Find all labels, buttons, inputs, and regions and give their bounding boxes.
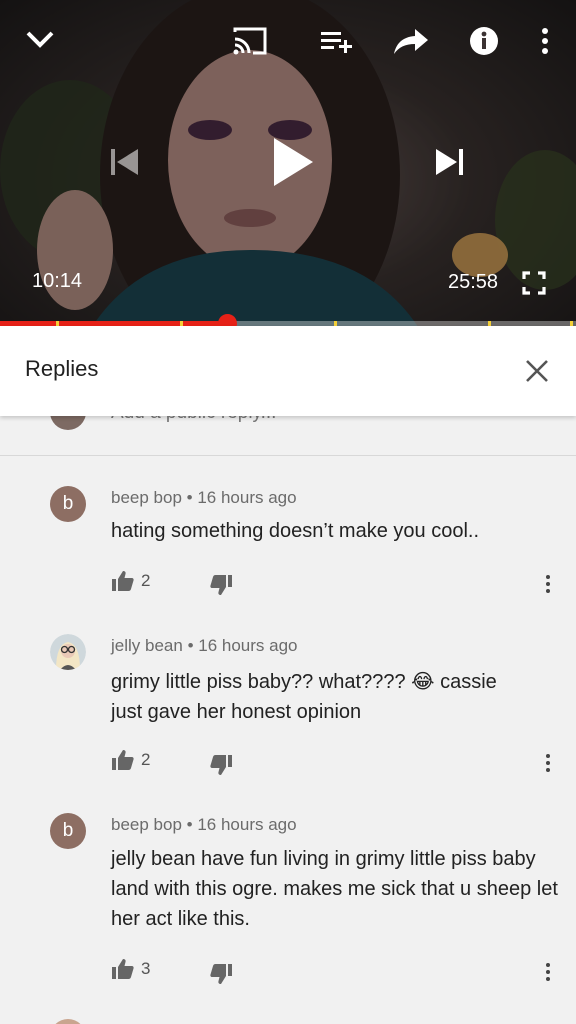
- comment-text: grimy little piss baby?? what???? 😂 cass…: [111, 666, 561, 727]
- fullscreen-icon[interactable]: [518, 268, 550, 298]
- dislike-button[interactable]: [209, 573, 233, 597]
- meta-separator: •: [186, 815, 193, 834]
- avatar: [50, 416, 86, 430]
- comment-time: 16 hours ago: [197, 488, 297, 507]
- play-icon[interactable]: [266, 132, 320, 192]
- video-player[interactable]: 10:14 25:58: [0, 0, 576, 326]
- cast-icon[interactable]: [228, 22, 272, 60]
- replies-header: Replies: [0, 326, 576, 416]
- comment-item: jelly bean • 16 hours ago grimy little p…: [0, 626, 576, 804]
- comment-menu-icon[interactable]: [538, 749, 558, 777]
- next-comment-avatar: [50, 1019, 86, 1024]
- thumb-up-icon: [112, 571, 134, 591]
- avatar-letter: b: [62, 493, 74, 514]
- comment-text: hating something doesn’t make you cool..: [111, 520, 479, 542]
- thumb-down-icon: [210, 755, 232, 775]
- replies-title: Replies: [25, 356, 99, 381]
- dislike-button[interactable]: [209, 962, 233, 986]
- add-to-playlist-icon[interactable]: [316, 24, 356, 60]
- comment-author[interactable]: beep bop: [111, 488, 182, 507]
- comment-text-part: just gave her honest opinion: [111, 701, 362, 723]
- more-vert-icon[interactable]: [532, 24, 558, 58]
- share-icon[interactable]: [390, 22, 432, 60]
- seek-bar-thumb[interactable]: [217, 314, 237, 326]
- like-count: 2: [141, 750, 151, 769]
- like-count: 2: [141, 571, 151, 590]
- comment-author[interactable]: jelly bean: [111, 636, 183, 655]
- meta-separator: •: [186, 488, 193, 507]
- comment-item: b beep bop • 16 hours ago jelly bean hav…: [0, 804, 576, 1014]
- info-icon[interactable]: [466, 22, 502, 60]
- next-icon[interactable]: [430, 140, 470, 184]
- comment-text: jelly bean have fun living in grimy litt…: [111, 848, 558, 930]
- previous-icon[interactable]: [104, 140, 144, 184]
- avatar-image: [50, 634, 86, 670]
- close-icon[interactable]: [520, 354, 554, 388]
- avatar[interactable]: b: [50, 813, 86, 849]
- comment-time: 16 hours ago: [198, 636, 298, 655]
- comment-meta: beep bop • 16 hours ago: [111, 488, 297, 508]
- duration: 25:58: [448, 271, 499, 293]
- thumb-down-icon: [210, 575, 232, 595]
- comment-time: 16 hours ago: [197, 815, 297, 834]
- meta-separator: •: [187, 636, 194, 655]
- comment-meta: jelly bean • 16 hours ago: [111, 636, 298, 656]
- like-button[interactable]: 2: [111, 748, 150, 772]
- current-time: 10:14: [32, 270, 83, 292]
- comment-menu-icon[interactable]: [538, 958, 558, 986]
- comment-author[interactable]: beep bop: [111, 815, 182, 834]
- comment-text-part: cassie: [440, 671, 497, 693]
- comment-item: b beep bop • 16 hours ago hating somethi…: [0, 456, 576, 626]
- avatar[interactable]: [50, 634, 86, 670]
- like-count: 3: [141, 959, 151, 978]
- comment-text-part: grimy little piss baby?? what????: [111, 671, 406, 693]
- thumb-down-icon: [210, 964, 232, 984]
- avatar-letter: b: [62, 820, 74, 841]
- dislike-button[interactable]: [209, 753, 233, 777]
- avatar[interactable]: b: [50, 486, 86, 522]
- add-reply-input[interactable]: Add a public reply...: [111, 416, 276, 424]
- comment-menu-icon[interactable]: [538, 570, 558, 598]
- thumb-up-icon: [112, 959, 134, 979]
- like-button[interactable]: 3: [111, 957, 150, 981]
- like-button[interactable]: 2: [111, 569, 150, 593]
- add-reply-row[interactable]: Add a public reply...: [0, 416, 576, 456]
- thumb-up-icon: [112, 750, 134, 770]
- laughing-emoji-icon: 😂: [411, 669, 435, 693]
- comment-meta: beep bop • 16 hours ago: [111, 815, 297, 835]
- minimize-chevron-icon[interactable]: [20, 22, 60, 58]
